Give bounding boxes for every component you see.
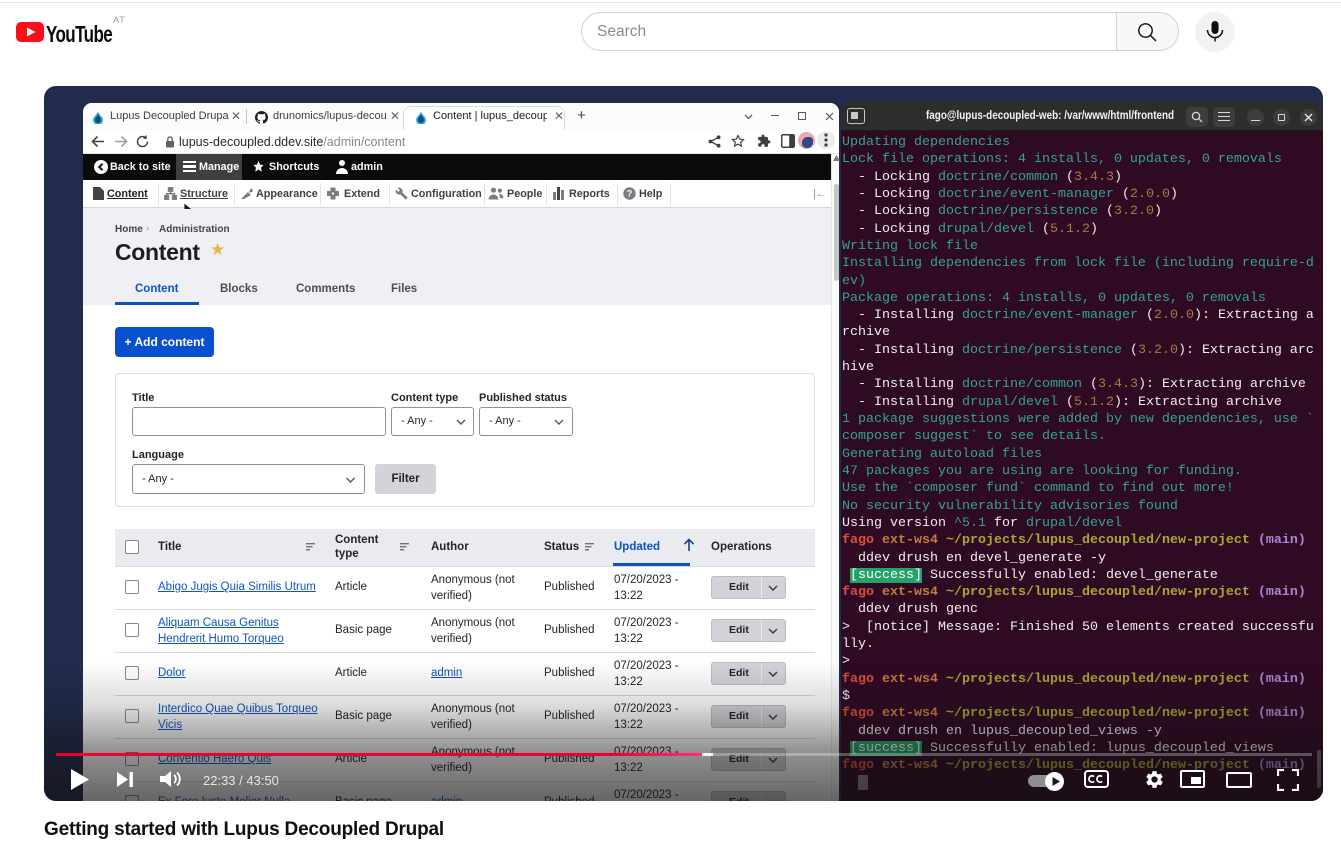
svg-text:?: ? bbox=[627, 189, 633, 199]
